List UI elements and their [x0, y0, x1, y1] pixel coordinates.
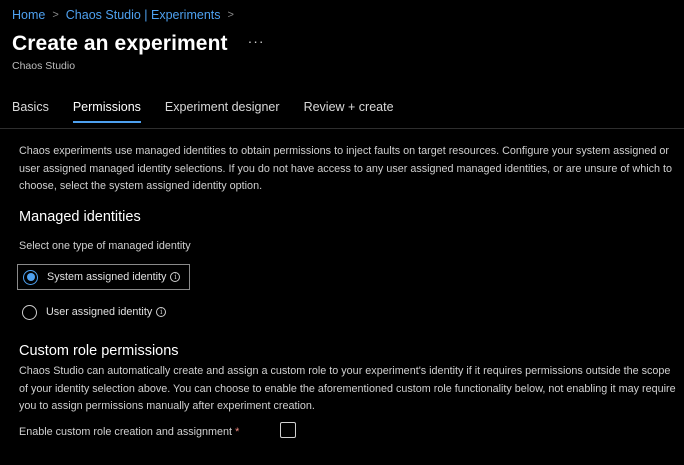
- breadcrumb: Home > Chaos Studio | Experiments >: [12, 8, 241, 22]
- custom-role-checkbox[interactable]: [280, 422, 296, 438]
- radio-unchecked-icon: [22, 304, 37, 320]
- info-icon[interactable]: i: [170, 272, 181, 282]
- create-experiment-page: Home > Chaos Studio | Experiments > Crea…: [0, 0, 684, 465]
- user-assigned-identity-label: User assigned identity: [46, 306, 153, 318]
- required-marker: *: [235, 426, 240, 438]
- more-options-button[interactable]: ···: [248, 33, 265, 49]
- custom-role-checkbox-text: Enable custom role creation and assignme…: [19, 426, 233, 438]
- managed-identities-heading: Managed identities: [19, 209, 141, 225]
- radio-checked-icon: [23, 269, 38, 285]
- breadcrumb-separator-icon: >: [52, 9, 59, 21]
- page-subtitle: Chaos Studio: [12, 60, 76, 72]
- custom-role-description: Chaos Studio can automatically create an…: [19, 365, 676, 412]
- info-icon[interactable]: i: [156, 307, 167, 317]
- tab-experiment-designer[interactable]: Experiment designer: [165, 100, 280, 123]
- identity-type-label: Select one type of managed identity: [19, 240, 191, 252]
- tab-permissions[interactable]: Permissions: [72, 100, 141, 123]
- tab-review-create[interactable]: Review + create: [304, 100, 394, 123]
- breadcrumb-separator-icon: >: [227, 9, 234, 21]
- breadcrumb-experiments-link[interactable]: Chaos Studio | Experiments: [66, 8, 221, 22]
- user-assigned-identity-radio[interactable]: User assigned identity i: [17, 299, 172, 325]
- tab-divider: [0, 128, 684, 129]
- tab-strip: Basics Permissions Experiment designer R…: [12, 100, 394, 123]
- title-row: Create an experiment ···: [12, 32, 265, 56]
- page-title: Create an experiment: [12, 32, 228, 55]
- breadcrumb-home-link[interactable]: Home: [12, 8, 45, 22]
- system-assigned-identity-label: System assigned identity: [47, 271, 167, 283]
- permissions-intro-text: Chaos experiments use managed identities…: [19, 145, 673, 192]
- tab-basics[interactable]: Basics: [12, 100, 49, 123]
- custom-role-heading: Custom role permissions: [19, 343, 179, 359]
- system-assigned-identity-radio[interactable]: System assigned identity i: [17, 264, 190, 290]
- custom-role-checkbox-label: Enable custom role creation and assignme…: [19, 426, 239, 438]
